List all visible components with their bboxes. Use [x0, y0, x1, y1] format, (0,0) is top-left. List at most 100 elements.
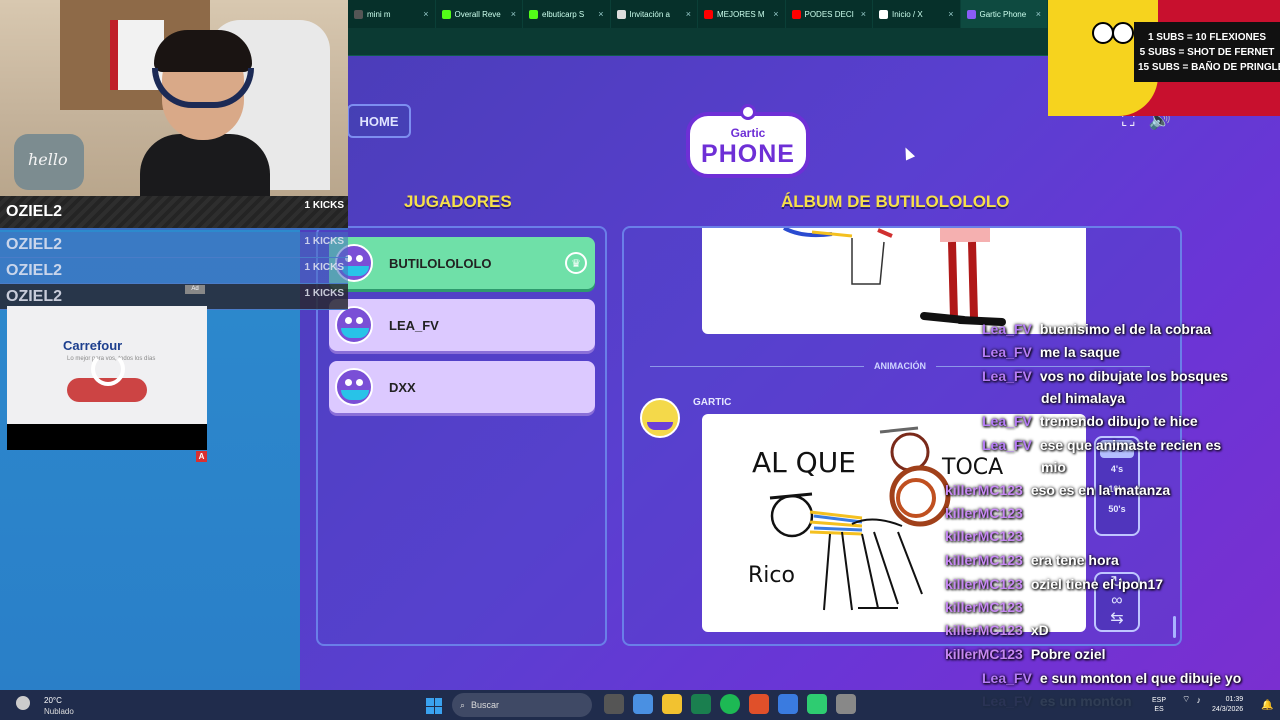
- chat-message: mio: [1041, 456, 1066, 478]
- browser-tab[interactable]: Gartic Phone ×: [960, 0, 1048, 28]
- gartic-phone-logo[interactable]: Gartic PHONE: [686, 104, 810, 178]
- tab-close-icon[interactable]: ×: [773, 9, 778, 19]
- chat-username: Lea_FV: [982, 344, 1032, 360]
- tab-favicon-icon: [791, 9, 801, 19]
- edge-icon[interactable]: [691, 694, 711, 714]
- chat-text: ese que animaste recien es: [1039, 437, 1222, 453]
- player-card-lea-fv[interactable]: LEA_FV: [329, 299, 595, 351]
- ad-brand: Carrefour: [63, 338, 123, 353]
- file-explorer-icon[interactable]: [662, 694, 682, 714]
- chat-text: eso es en la matanza: [1030, 482, 1171, 498]
- tab-close-icon[interactable]: ×: [861, 9, 866, 19]
- player-name: LEA_FV: [389, 317, 439, 333]
- tab-label: Gartic Phone: [979, 9, 1027, 19]
- chrome-icon[interactable]: [633, 694, 653, 714]
- chat-text: e sun monton el que dibuje yo: [1039, 670, 1242, 686]
- chat-message: Lea_FV me la saque: [982, 341, 1120, 363]
- album-title: ÁLBUM DE BUTILOLOLOLO: [781, 192, 1010, 211]
- tab-close-icon[interactable]: ×: [1036, 9, 1041, 19]
- logo-phone-text: PHONE: [701, 140, 795, 168]
- replay-icon[interactable]: [91, 352, 125, 386]
- chat-message: Lea_FV tremendo dibujo te hice: [982, 410, 1198, 432]
- clock[interactable]: 01:39 24/3/2026: [1212, 695, 1243, 715]
- chat-username: killerMC123: [945, 622, 1023, 638]
- brave-icon[interactable]: [749, 694, 769, 714]
- tab-label: elbuticarp S: [542, 9, 585, 19]
- speaker-icon[interactable]: ♪: [1196, 695, 1201, 705]
- divider: [650, 365, 864, 367]
- tab-close-icon[interactable]: ×: [948, 9, 953, 19]
- settings-icon[interactable]: [836, 694, 856, 714]
- tab-favicon-icon: [704, 9, 713, 19]
- drawing-text: Rico: [748, 563, 795, 588]
- tab-close-icon[interactable]: ×: [423, 9, 428, 19]
- language-indicator[interactable]: ESP ES: [1152, 696, 1166, 714]
- chat-text: tremendo dibujo te hice: [1039, 413, 1198, 429]
- browser-tab[interactable]: MEJORES M ×: [698, 0, 786, 28]
- tab-close-icon[interactable]: ×: [511, 9, 516, 19]
- chat-message: killerMC123 era tene hora: [945, 549, 1119, 571]
- speed-option[interactable]: 50's: [1100, 500, 1134, 518]
- weather-temp: 20°C: [44, 696, 62, 705]
- browser-tab[interactable]: elbuticarp S ×: [523, 0, 611, 28]
- chat-text: Pobre oziel: [1030, 646, 1106, 662]
- clock-time: 01:39: [1225, 696, 1244, 703]
- chat-text: vos no dibujate los bosques: [1039, 368, 1229, 384]
- bounce-icon[interactable]: ⇆: [1096, 610, 1138, 628]
- gartic-avatar: [640, 398, 680, 438]
- wifi-icon[interactable]: ⌔: [1182, 694, 1190, 705]
- obs-icon[interactable]: [807, 694, 827, 714]
- chat-message: killerMC123: [945, 502, 1031, 524]
- ad-badge: A: [196, 451, 207, 462]
- logo-bolt-icon: [740, 104, 756, 120]
- weather-widget[interactable]: 20°C Nublado: [10, 693, 90, 719]
- windows-start-icon[interactable]: [426, 698, 442, 714]
- chat-message: killerMC123 Pobre oziel: [945, 643, 1106, 665]
- chat-username: killerMC123: [945, 482, 1023, 498]
- browser-address-area: [348, 28, 1048, 56]
- tab-favicon-icon: [616, 9, 626, 19]
- kick-row-count: 1 KICKS: [304, 288, 344, 299]
- ad-video[interactable]: Carrefour Lo mejor para vos, todos los d…: [7, 306, 207, 450]
- players-title: JUGADORES: [404, 192, 512, 211]
- notification-bell-icon[interactable]: 🔔: [1261, 700, 1273, 711]
- tab-label: PODES DECI: [804, 9, 854, 19]
- chat-message: killerMC123: [945, 596, 1031, 618]
- browser-tabbar: mini m × Overall Reve × elbuticarp S × Invitac…: [348, 0, 1048, 28]
- tab-close-icon[interactable]: ×: [686, 9, 691, 19]
- search-placeholder: Buscar: [471, 700, 500, 710]
- speed-option[interactable]: 4's: [1100, 460, 1134, 478]
- ad-tag: Ad: [185, 285, 205, 294]
- lang-top: ESP: [1152, 697, 1167, 704]
- taskbar-search[interactable]: ⌕ Buscar: [452, 693, 592, 717]
- sub-goal: 1 SUBS = 10 FLEXIONES: [1147, 32, 1267, 43]
- spotify-icon[interactable]: [720, 694, 740, 714]
- home-button[interactable]: HOME: [347, 104, 411, 138]
- browser-tab[interactable]: Inicio / X ×: [873, 0, 961, 28]
- tab-label: Invitación a: [629, 9, 670, 19]
- chat-text: oziel tiene el ipon17: [1030, 576, 1164, 592]
- browser-tab[interactable]: mini m ×: [348, 0, 436, 28]
- chat-message: killerMC123 eso es en la matanza: [945, 479, 1170, 501]
- tab-close-icon[interactable]: ×: [598, 9, 603, 19]
- browser-tab[interactable]: Overall Reve ×: [436, 0, 523, 28]
- system-tray: ⌔ ♪: [1182, 694, 1201, 705]
- kick-row: OZIEL2 1 KICKS: [0, 232, 348, 258]
- browser-tab[interactable]: Invitación a ×: [611, 0, 698, 28]
- player-card-butilolololo[interactable]: BUTILOLOLOLO ♛: [329, 237, 595, 289]
- sub-goal: 15 SUBS = BAÑO DE PRINGLES: [1138, 62, 1280, 73]
- players-panel: [316, 226, 607, 646]
- player-card-dxx[interactable]: DXX: [329, 361, 595, 413]
- task-view-icon[interactable]: [604, 694, 624, 714]
- chat-text: era tene hora: [1030, 552, 1119, 568]
- kick-row-name: OZIEL2: [6, 262, 63, 279]
- notepad-icon[interactable]: [778, 694, 798, 714]
- browser-tab[interactable]: PODES DECI ×: [786, 0, 873, 28]
- tab-favicon-icon: [529, 9, 538, 19]
- kick-leader-count: 1 KICKS: [304, 200, 344, 211]
- chat-text: del himalaya: [1041, 390, 1126, 406]
- album-scrollbar[interactable]: [1173, 616, 1176, 638]
- clock-date: 24/3/2026: [1212, 706, 1244, 713]
- webcam-feed: hello: [0, 0, 348, 196]
- logo-gartic-text: Gartic: [730, 126, 766, 140]
